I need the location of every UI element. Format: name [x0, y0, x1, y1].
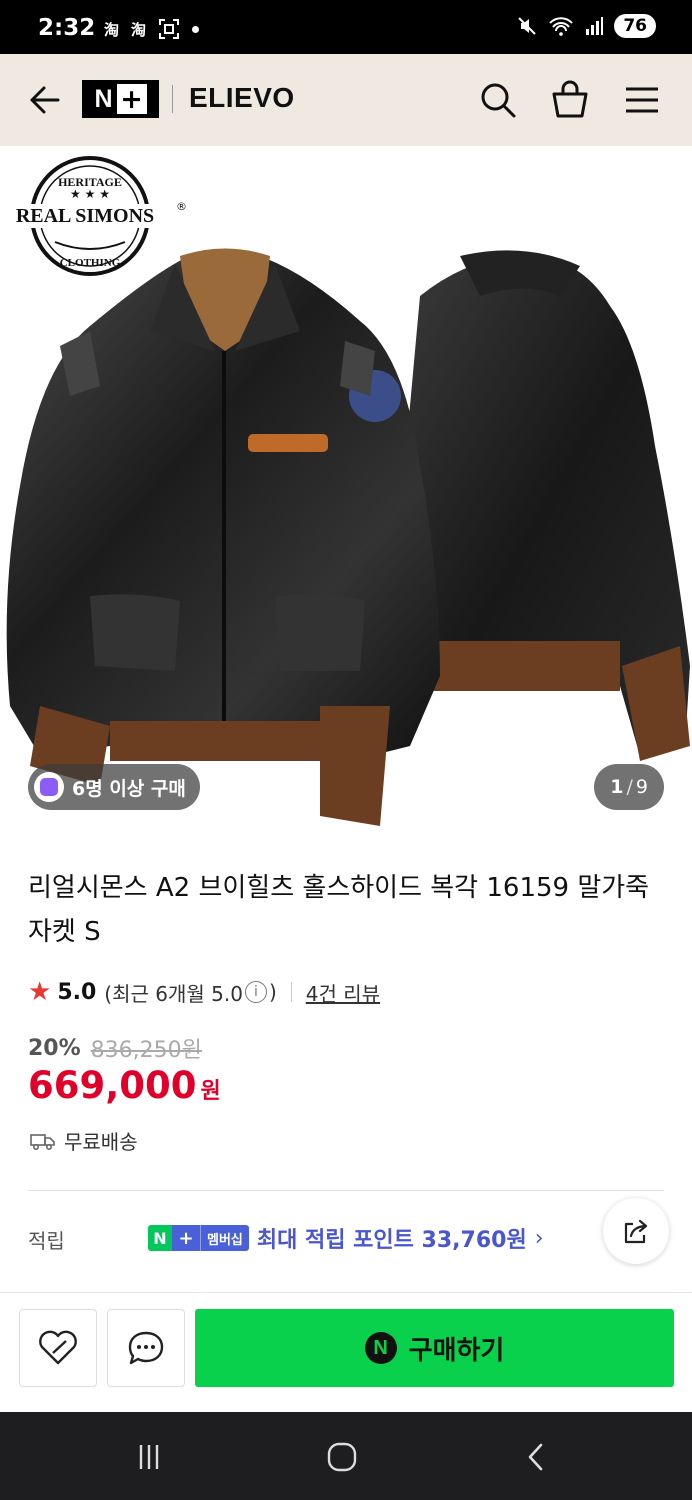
share-icon	[624, 1219, 648, 1244]
svg-text:REAL SIMONS: REAL SIMONS	[16, 205, 154, 227]
price-unit: 원	[200, 1079, 221, 1104]
page-current: 1	[610, 776, 624, 798]
sale-price-row: 669,000 원	[28, 1064, 221, 1107]
menu-icon[interactable]	[620, 78, 664, 122]
notification-dot	[192, 25, 200, 33]
chevron-right-icon: ›	[534, 1225, 544, 1251]
system-icons: 76	[516, 14, 656, 38]
svg-text:®: ®	[176, 200, 187, 213]
svg-text:★ ★ ★: ★ ★ ★	[70, 187, 110, 201]
product-title: 리얼시몬스 A2 브이힐츠 홀스하이드 복각 16159 말가죽자켓 S	[28, 873, 650, 947]
review-count-link[interactable]: 4건 리뷰	[306, 978, 380, 1007]
notification-icons: 淘 淘	[104, 18, 200, 40]
naver-plus-logo-plus: +	[116, 84, 147, 114]
mute-icon	[518, 17, 537, 35]
header-divider	[172, 85, 173, 113]
rating-divider	[290, 982, 292, 1002]
buyers-badge: 6명 이상 구매	[28, 764, 200, 810]
membership-badge-n: N	[148, 1225, 172, 1251]
membership-badge-text: 멤버십	[200, 1225, 249, 1251]
rating-row: ★ 5.0 (최근 6개월 5.0 i ) 4건 리뷰	[28, 975, 380, 1009]
share-button[interactable]	[603, 1198, 669, 1264]
rating-value: 5.0	[57, 979, 97, 1005]
back-nav-button[interactable]	[516, 1440, 556, 1474]
max-points-text: 최대 적립 포인트 33,760원	[256, 1228, 527, 1253]
product-photo: HERITAGE ★ ★ ★ REAL SIMONS ® CLOTHING	[0, 156, 690, 826]
page-total: 9	[635, 776, 648, 798]
taobao-icon: 淘	[131, 20, 147, 39]
jacket-back	[405, 250, 690, 761]
home-button[interactable]	[322, 1440, 362, 1474]
product-image-carousel[interactable]: HERITAGE ★ ★ ★ REAL SIMONS ® CLOTHING 6명…	[0, 146, 692, 826]
shipping-label: 무료배송	[64, 1130, 138, 1154]
image-page-counter: 1 / 9	[594, 764, 664, 810]
buyers-badge-label: 6명 이상 구매	[72, 777, 186, 800]
back-nav-icon	[528, 1443, 543, 1471]
original-price: 836,250원	[90, 1038, 202, 1063]
system-nav-bar	[0, 1412, 692, 1500]
points-label: 적립	[28, 1229, 65, 1253]
naver-plus-membership-badge: N + 멤버십	[148, 1225, 249, 1251]
status-time: 2:32	[38, 15, 96, 41]
chat-icon	[128, 1331, 164, 1365]
store-name[interactable]: ELIEVO	[189, 82, 295, 114]
back-icon[interactable]	[24, 80, 64, 120]
discount-row: 20% 836,250원	[28, 1032, 202, 1064]
shopping-bag-icon	[34, 772, 64, 802]
discount-rate: 20%	[28, 1035, 81, 1061]
taobao-icon: 淘	[104, 20, 120, 39]
signal-icon	[586, 17, 604, 35]
wishlist-button[interactable]	[19, 1309, 97, 1387]
shipping-row: 무료배송	[30, 1126, 138, 1155]
search-icon[interactable]	[476, 78, 520, 122]
real-simons-logo: HERITAGE ★ ★ ★ REAL SIMONS ® CLOTHING	[0, 156, 187, 276]
battery-indicator: 76	[614, 14, 656, 38]
rating-recent-suffix: )	[268, 980, 277, 1004]
app-header: N + ELIEVO	[0, 54, 692, 146]
chat-button[interactable]	[107, 1309, 185, 1387]
buy-button-label: 구매하기	[408, 1335, 505, 1366]
info-icon[interactable]: i	[244, 981, 267, 1003]
section-divider	[28, 1190, 664, 1191]
sale-price: 669,000	[28, 1064, 197, 1107]
wifi-icon	[549, 17, 574, 36]
status-bar: 2:32 淘 淘 76	[0, 0, 692, 54]
recent-apps-button[interactable]	[129, 1440, 169, 1474]
points-row[interactable]: N + 멤버십 최대 적립 포인트 33,760원 ›	[148, 1222, 544, 1254]
rating-recent-prefix: (최근 6개월 5.0	[104, 981, 243, 1006]
naver-plus-logo[interactable]: N +	[82, 80, 159, 118]
cart-icon[interactable]	[548, 78, 592, 122]
buy-button[interactable]: N 구매하기	[195, 1309, 674, 1387]
membership-badge-plus: +	[172, 1225, 200, 1251]
heart-icon	[39, 1330, 77, 1365]
home-icon	[327, 1442, 357, 1472]
truck-icon	[30, 1133, 55, 1150]
screenshot-icon	[159, 19, 180, 39]
star-icon: ★	[28, 977, 52, 1007]
naver-plus-logo-n: N	[94, 84, 113, 113]
recent-apps-icon	[139, 1445, 159, 1469]
purchase-bar: N 구매하기	[0, 1292, 692, 1412]
naver-pay-icon: N	[364, 1332, 397, 1364]
jacket-front	[6, 248, 441, 826]
svg-text:CLOTHING: CLOTHING	[60, 257, 121, 269]
